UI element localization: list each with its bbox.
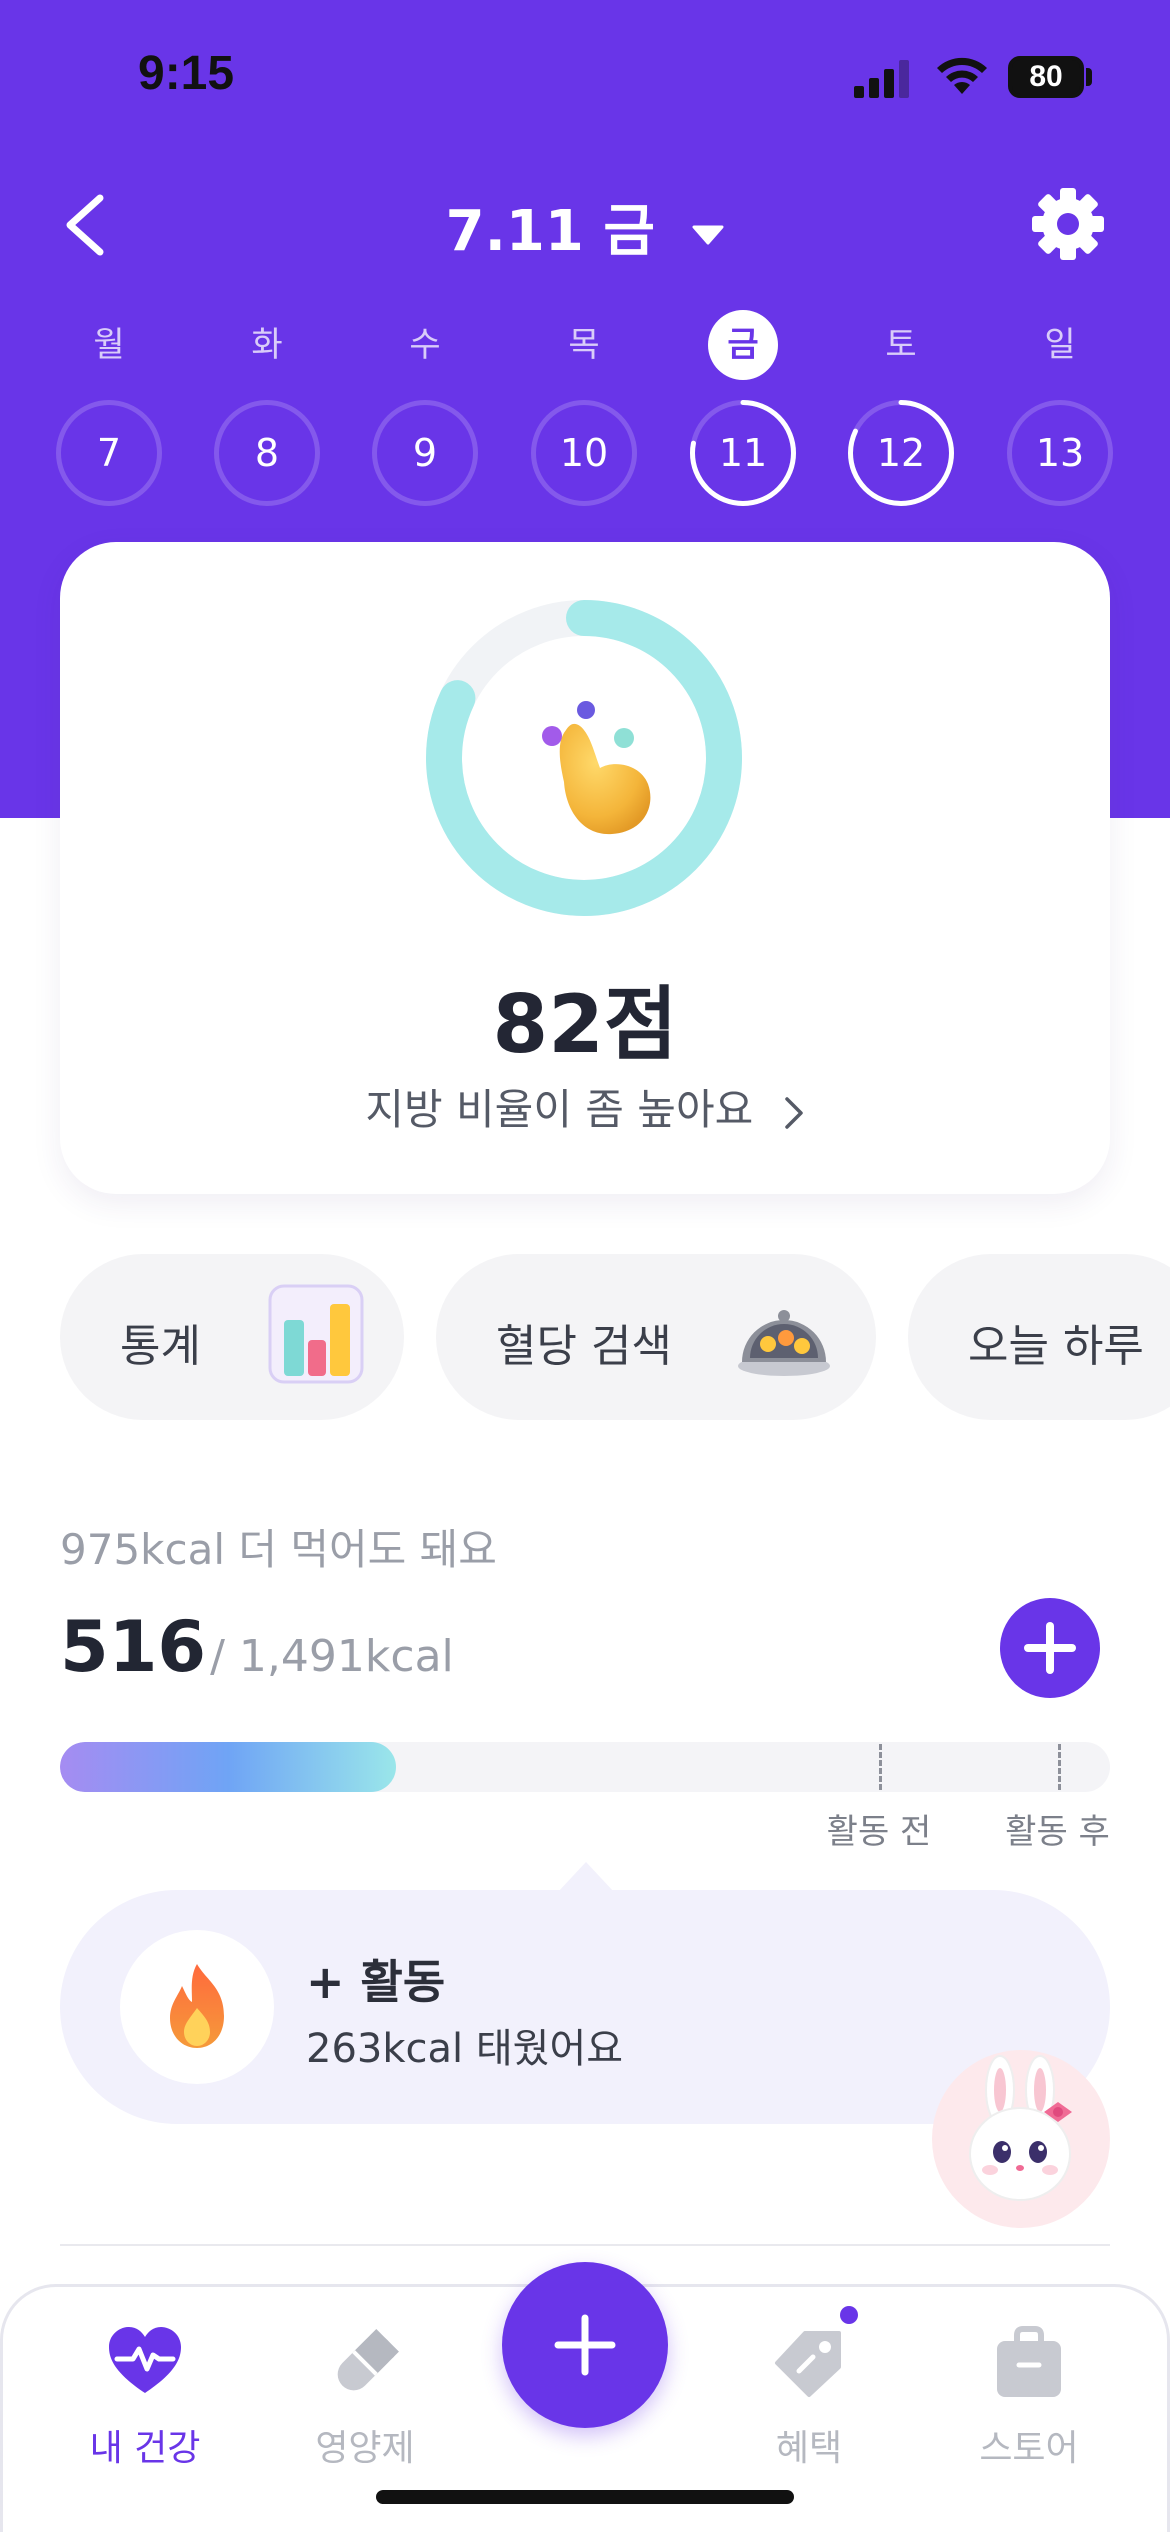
day-date-circle: 10 <box>531 400 637 506</box>
day-thu[interactable]: 목 10 <box>531 310 637 506</box>
marker-label-after: 활동 후 <box>1005 1812 1110 1852</box>
activity-icon-wrap <box>120 1930 274 2084</box>
battery-level: 80 <box>1029 60 1063 93</box>
day-date: 7 <box>96 431 122 475</box>
marker-label-before: 활동 전 <box>826 1812 932 1852</box>
day-fri[interactable]: 금 11 <box>690 310 796 506</box>
day-date-circle: 12 <box>848 400 954 506</box>
cellular-signal-icon <box>854 60 909 98</box>
kcal-current: 516 <box>60 1606 207 1688</box>
day-date-circle: 8 <box>214 400 320 506</box>
chip-label: 혈당 검색 <box>496 1321 672 1372</box>
score-description-text: 지방 비율이 좀 높아요 <box>365 1085 754 1134</box>
wifi-icon <box>937 57 987 94</box>
date-title: 7.11 금 <box>445 199 655 264</box>
bunny-mascot-icon <box>969 2055 1072 2201</box>
tab-benefits[interactable]: 혜택 <box>729 2287 889 2487</box>
activity-subtitle: 263kcal 태웠어요 <box>306 2026 624 2072</box>
add-record-fab[interactable] <box>502 2262 668 2428</box>
day-tue[interactable]: 화 8 <box>214 310 320 506</box>
score-description[interactable]: 지방 비율이 좀 높아요 <box>60 1076 1110 1137</box>
day-date-circle: 11 <box>690 400 796 506</box>
plus-icon <box>554 2314 616 2376</box>
day-sat[interactable]: 토 12 <box>848 310 954 506</box>
kcal-total: / 1,491kcal <box>210 1631 454 1682</box>
day-name-selected: 금 <box>708 310 778 380</box>
day-name: 토 <box>885 325 917 365</box>
day-name: 일 <box>1044 325 1076 365</box>
chevron-right-icon <box>784 1096 803 1129</box>
day-mon[interactable]: 월 7 <box>56 310 162 506</box>
chip-label: 오늘 하루 <box>968 1321 1144 1372</box>
chip-label: 통계 <box>120 1321 201 1372</box>
day-date-circle: 13 <box>1007 400 1113 506</box>
day-date: 12 <box>876 431 926 475</box>
pill-icon <box>337 2329 399 2391</box>
day-name: 목 <box>568 325 600 365</box>
battery-icon: 80 <box>1008 56 1084 98</box>
day-date-circle: 7 <box>56 400 162 506</box>
fat-blob-icon <box>542 701 651 835</box>
tab-label: 혜택 <box>775 2428 843 2469</box>
settings-gear-icon[interactable] <box>1030 186 1106 262</box>
tab-label: 스토어 <box>979 2428 1079 2469</box>
calorie-progress-fill <box>60 1742 396 1792</box>
activity-title: + 활동 <box>306 1955 446 2009</box>
bag-icon <box>997 2326 1061 2397</box>
score-value: 82점 <box>492 978 678 1071</box>
tab-label: 내 건강 <box>89 2428 201 2469</box>
tab-my-health[interactable]: 내 건강 <box>65 2287 225 2487</box>
day-name: 월 <box>93 325 125 365</box>
caret-down-icon <box>692 225 724 245</box>
tab-supplements[interactable]: 영양제 <box>285 2287 445 2487</box>
day-wed[interactable]: 수 9 <box>372 310 478 506</box>
marker-before-activity <box>879 1744 882 1790</box>
tab-label: 영양제 <box>315 2428 415 2469</box>
add-food-button[interactable] <box>1000 1598 1100 1698</box>
bunny-mascot-button[interactable] <box>932 2050 1110 2228</box>
score-card[interactable]: 82점 지방 비율이 좀 높아요 <box>60 542 1110 1194</box>
date-selector[interactable]: 7.11 금 <box>0 186 1170 267</box>
status-time: 9:15 <box>138 47 235 100</box>
tag-icon <box>775 2331 841 2397</box>
heart-pulse-icon <box>109 2327 181 2393</box>
status-bar: 9:15 80 <box>0 0 1170 150</box>
day-date: 10 <box>559 431 609 475</box>
tab-store[interactable]: 스토어 <box>949 2287 1109 2487</box>
calorie-progress-bar <box>60 1742 1110 1792</box>
week-selector: 월 7 화 8 수 9 목 10 금 11 토 12 일 13 <box>0 310 1170 510</box>
day-name: 화 <box>251 325 283 365</box>
day-name: 수 <box>409 325 441 365</box>
day-sun[interactable]: 일 13 <box>1007 310 1113 506</box>
day-date: 11 <box>718 431 768 475</box>
chip-today[interactable]: 오늘 하루 <box>908 1254 1170 1420</box>
day-date-circle: 9 <box>372 400 478 506</box>
kcal-summary: 516/ 1,491kcal <box>60 1606 454 1688</box>
notification-dot <box>840 2306 858 2324</box>
bar-chart-icon <box>268 1284 364 1384</box>
chip-glucose-search[interactable]: 혈당 검색 <box>436 1254 876 1420</box>
day-date: 13 <box>1035 431 1085 475</box>
chip-statistics[interactable]: 통계 <box>60 1254 404 1420</box>
day-date: 9 <box>412 431 438 475</box>
plus-icon <box>1024 1622 1076 1674</box>
activity-card-pointer <box>558 1862 614 1892</box>
fire-icon <box>170 1964 224 2048</box>
section-divider <box>60 2244 1110 2246</box>
day-date: 8 <box>254 431 280 475</box>
kcal-remaining: 975kcal 더 먹어도 돼요 <box>60 1525 497 1574</box>
food-cloche-icon <box>738 1310 830 1376</box>
battery-nub <box>1086 68 1092 86</box>
marker-after-activity <box>1057 1744 1061 1790</box>
home-indicator <box>376 2490 794 2504</box>
